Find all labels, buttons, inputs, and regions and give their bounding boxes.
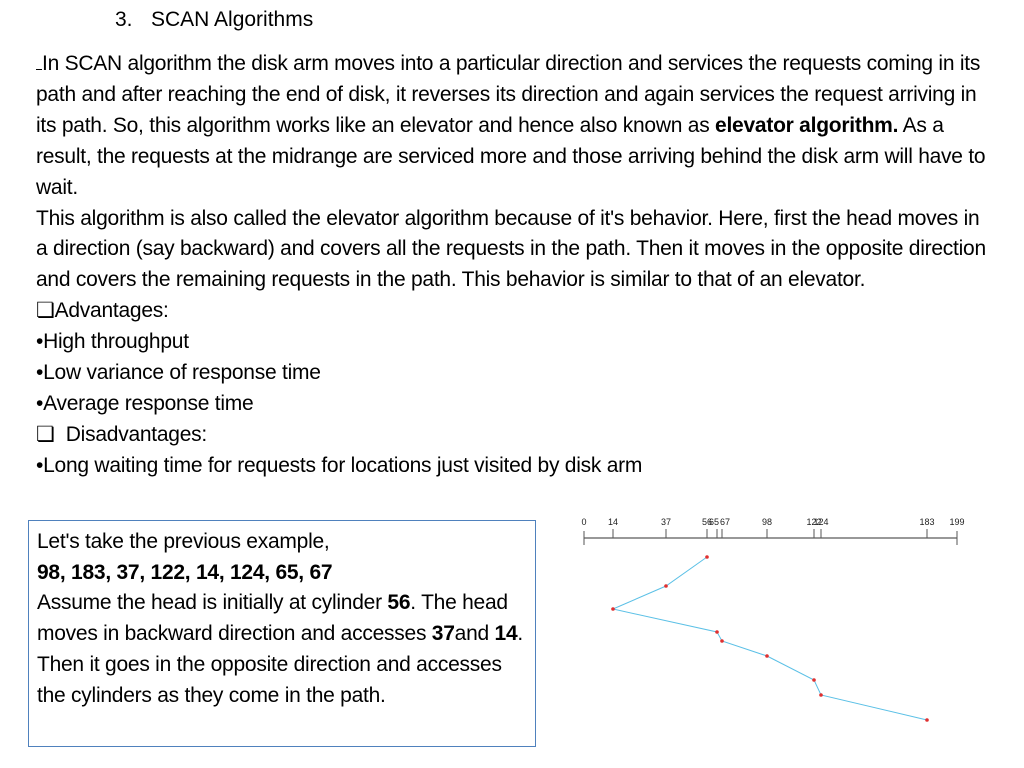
request-point bbox=[705, 555, 709, 559]
tick-label: 183 bbox=[919, 517, 934, 527]
request-point bbox=[715, 630, 719, 634]
tick-label: 199 bbox=[949, 517, 964, 527]
tick-label: 98 bbox=[762, 517, 772, 527]
tick-label: 65 bbox=[709, 517, 719, 527]
request-point bbox=[611, 607, 615, 611]
request-point bbox=[720, 639, 724, 643]
request-point bbox=[765, 654, 769, 658]
tick-label: 37 bbox=[661, 517, 671, 527]
request-point bbox=[819, 693, 823, 697]
tick-label: 0 bbox=[581, 517, 586, 527]
head-path-line bbox=[611, 556, 928, 721]
request-point bbox=[925, 718, 929, 722]
tick-label: 67 bbox=[720, 517, 730, 527]
tick-label: 124 bbox=[813, 517, 828, 527]
request-point bbox=[812, 678, 816, 682]
request-point bbox=[664, 584, 668, 588]
scan-chart: 0 14 37 5665 67 98 122124 183 199 bbox=[581, 517, 965, 722]
tick-label: 14 bbox=[608, 517, 618, 527]
